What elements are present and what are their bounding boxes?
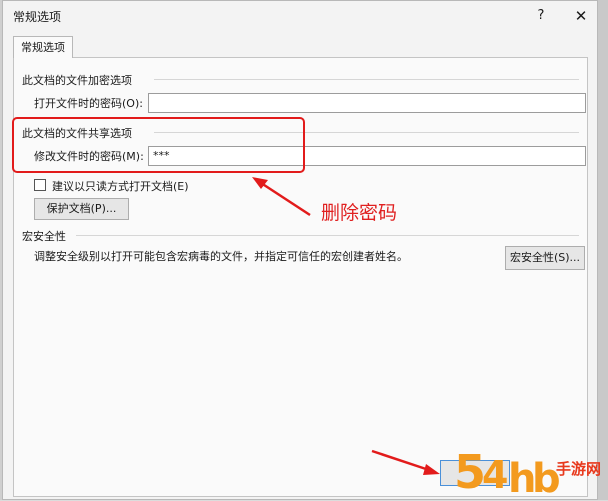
macro-separator — [76, 235, 579, 236]
macro-group-title: 宏安全性 — [22, 230, 66, 243]
macro-security-button[interactable]: 宏安全性(S)... — [505, 246, 585, 270]
svg-text:手游网: 手游网 — [556, 460, 601, 478]
encryption-group-title: 此文档的文件加密选项 — [22, 74, 132, 87]
annotation-delete-password: 删除密码 — [321, 202, 398, 224]
annotation-highlight-box — [12, 117, 305, 173]
help-icon[interactable]: ? — [531, 6, 551, 26]
watermark-logo: 5 4 h b 手游网 — [452, 440, 602, 501]
macro-description: 调整安全级别以打开可能包含宏病毒的文件，并指定可信任的宏创建者姓名。 — [34, 250, 408, 263]
readonly-checkbox-label[interactable]: 建议以只读方式打开文档(E) — [52, 178, 189, 194]
protect-document-button[interactable]: 保护文档(P)... — [34, 198, 129, 220]
dialog-title: 常规选项 — [13, 10, 62, 24]
svg-text:4: 4 — [482, 453, 508, 497]
general-options-dialog: 常规选项 ? ✕ 常规选项 此文档的文件加密选项 打开文件时的密码(O): 此文… — [2, 0, 598, 500]
open-password-label: 打开文件时的密码(O): — [34, 97, 143, 110]
dialog-titlebar: 常规选项 ? ✕ — [3, 1, 597, 31]
tab-general-options[interactable]: 常规选项 — [13, 36, 73, 58]
open-password-field[interactable] — [148, 93, 586, 113]
readonly-checkbox[interactable] — [34, 179, 46, 191]
encryption-separator — [154, 79, 579, 80]
watermark-logo-icon: 5 4 h b 手游网 — [454, 445, 601, 501]
close-icon[interactable]: ✕ — [571, 6, 591, 26]
